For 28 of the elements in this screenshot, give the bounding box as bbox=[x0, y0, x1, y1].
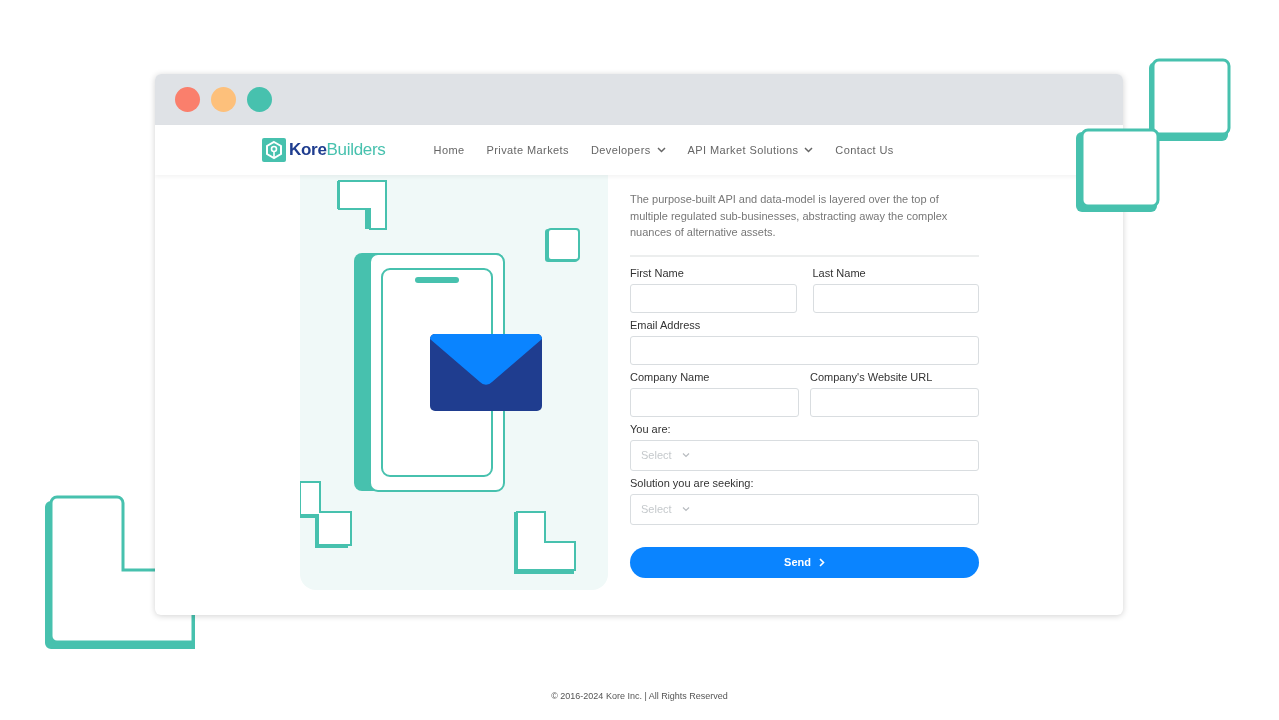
logo-icon bbox=[262, 138, 286, 162]
field-label: You are: bbox=[630, 422, 672, 435]
input-field[interactable] bbox=[630, 335, 979, 365]
send-button[interactable]: Send bbox=[630, 546, 979, 578]
nav-link[interactable]: API Market Solutions bbox=[687, 144, 814, 156]
nav-link[interactable]: Developers bbox=[590, 144, 666, 156]
input-field[interactable] bbox=[630, 283, 797, 313]
field-label: First Name bbox=[630, 266, 685, 279]
logo-text[interactable]: KoreBuilders bbox=[289, 140, 386, 160]
field-label: Email Address bbox=[630, 318, 702, 331]
nav-link[interactable]: Home bbox=[433, 144, 465, 156]
field-label: Last Name bbox=[812, 266, 867, 279]
nav-link[interactable]: Private Markets bbox=[486, 144, 569, 156]
input-field[interactable] bbox=[630, 387, 799, 417]
copyright-text: © 2016-2024 Kore Inc. | All Rights Reserved bbox=[551, 691, 728, 701]
chevron-icon bbox=[681, 452, 690, 458]
window-control-dot[interactable] bbox=[175, 87, 200, 112]
input-field[interactable] bbox=[812, 283, 979, 313]
nav-link[interactable]: Contact Us bbox=[835, 144, 894, 156]
window-control-dot[interactable] bbox=[211, 87, 236, 112]
field-label: Solution you are seeking: bbox=[630, 476, 755, 489]
field-label: Company's Website URL bbox=[810, 370, 934, 383]
chevron-icon bbox=[818, 557, 825, 567]
chevron-icon bbox=[681, 506, 690, 512]
input-field[interactable] bbox=[810, 387, 979, 417]
window-control-dot[interactable] bbox=[247, 87, 272, 112]
field-label: Company Name bbox=[630, 370, 711, 383]
intro-text: The purpose-built API and data-model is layered over the top of multiple regulated sub-businesses, abstracting away the complex nuances of alternative assets. bbox=[630, 192, 949, 240]
